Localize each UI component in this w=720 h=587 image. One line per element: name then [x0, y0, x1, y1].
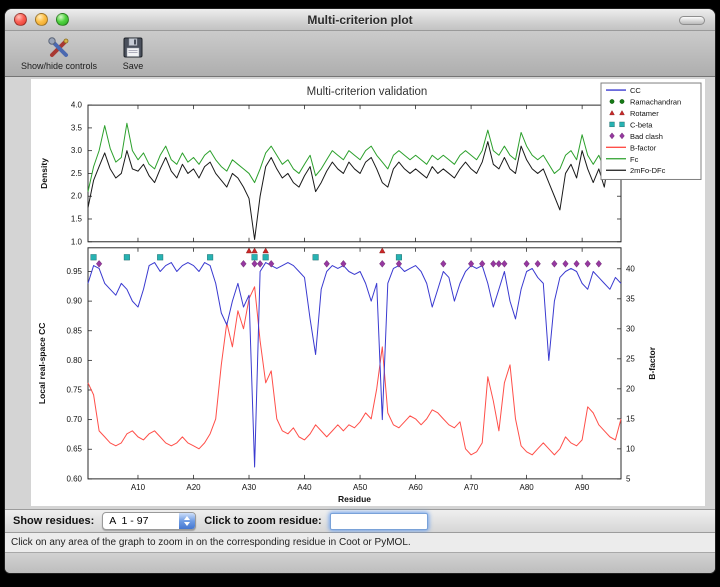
b-factor-axis-label: B-factor: [647, 346, 657, 379]
figure-title: Multi-criterion validation: [307, 86, 428, 98]
svg-text:0.70: 0.70: [66, 415, 82, 424]
svg-text:0.95: 0.95: [66, 267, 82, 276]
density-axis-label: Density: [39, 158, 49, 189]
svg-text:2mFo-DFc: 2mFo-DFc: [630, 166, 666, 175]
toolbar: Show/hide controls Save: [5, 31, 715, 77]
controls-bar: Show residues: A 1 - 97 Click to zoom re…: [5, 509, 715, 533]
minimize-button[interactable]: [35, 13, 48, 26]
svg-text:B-factor: B-factor: [630, 143, 657, 152]
close-button[interactable]: [14, 13, 27, 26]
svg-text:2.0: 2.0: [71, 192, 83, 201]
stepper-arrows-icon[interactable]: [179, 513, 195, 529]
svg-text:A70: A70: [464, 483, 479, 492]
save-floppy-icon: [121, 35, 145, 60]
svg-text:3.0: 3.0: [71, 146, 83, 155]
svg-text:0.65: 0.65: [66, 445, 82, 454]
svg-text:A40: A40: [297, 483, 312, 492]
show-hide-controls-label: Show/hide controls: [21, 61, 97, 71]
legend: CC Ramachandran Rotamer C-beta Bad clash B-fa…: [601, 83, 701, 179]
svg-text:Rotamer: Rotamer: [630, 109, 659, 118]
svg-text:Fc: Fc: [630, 155, 639, 164]
zoom-residue-input[interactable]: [330, 513, 428, 530]
multi-criterion-figure[interactable]: Multi-criterion validation 1.0 1.5 2.0 2.5 3.…: [31, 79, 705, 506]
svg-text:A50: A50: [353, 483, 368, 492]
svg-text:0.90: 0.90: [66, 297, 82, 306]
residue-range-select[interactable]: A 1 - 97: [102, 512, 196, 530]
save-button[interactable]: Save: [121, 35, 145, 71]
svg-text:A10: A10: [131, 483, 146, 492]
zoom-residue-label: Click to zoom residue:: [204, 515, 321, 527]
svg-text:30: 30: [626, 324, 635, 333]
residue-range-value: A 1 - 97: [103, 513, 179, 529]
plot-canvas-area: Multi-criterion validation 1.0 1.5 2.0 2.5 3.…: [5, 77, 715, 509]
local-cc-axis-label: Local real-space CC: [37, 323, 47, 405]
svg-text:2.5: 2.5: [71, 169, 83, 178]
show-hide-controls-button[interactable]: Show/hide controls: [21, 35, 97, 71]
svg-text:0.75: 0.75: [66, 385, 82, 394]
svg-text:40: 40: [626, 264, 635, 273]
window-title: Multi-criterion plot: [5, 13, 715, 27]
svg-text:10: 10: [626, 444, 635, 453]
svg-text:CC: CC: [630, 86, 641, 95]
window-footer: [5, 553, 715, 573]
svg-text:25: 25: [626, 354, 635, 363]
svg-text:A20: A20: [186, 483, 201, 492]
save-label: Save: [123, 61, 144, 71]
top-plot-area[interactable]: [88, 105, 621, 242]
svg-text:A90: A90: [575, 483, 590, 492]
svg-text:5: 5: [626, 474, 631, 483]
svg-text:A30: A30: [242, 483, 257, 492]
residue-axis-label: Residue: [338, 494, 371, 504]
status-bar: Click on any area of the graph to zoom i…: [5, 533, 715, 553]
svg-text:A60: A60: [408, 483, 423, 492]
svg-text:Ramachandran: Ramachandran: [630, 98, 681, 107]
svg-text:20: 20: [626, 384, 635, 393]
zoom-window-button[interactable]: [56, 13, 69, 26]
svg-text:4.0: 4.0: [71, 101, 83, 110]
svg-text:3.5: 3.5: [71, 123, 83, 132]
traffic-lights: [14, 13, 69, 26]
svg-text:0.85: 0.85: [66, 326, 82, 335]
svg-text:C-beta: C-beta: [630, 120, 653, 129]
multi-criterion-plot-window: Multi-criterion plot Show/hide controls …: [4, 8, 716, 574]
svg-text:35: 35: [626, 294, 635, 303]
toolbar-toggle-button[interactable]: [679, 16, 705, 25]
svg-text:15: 15: [626, 414, 635, 423]
svg-text:Bad clash: Bad clash: [630, 132, 663, 141]
svg-text:0.60: 0.60: [66, 474, 82, 483]
show-residues-label: Show residues:: [13, 515, 94, 527]
svg-text:1.0: 1.0: [71, 237, 83, 246]
svg-text:1.5: 1.5: [71, 214, 83, 223]
status-text: Click on any area of the graph to zoom i…: [11, 537, 411, 548]
svg-text:0.80: 0.80: [66, 356, 82, 365]
crossed-tools-icon: [46, 35, 72, 60]
titlebar[interactable]: Multi-criterion plot: [5, 9, 715, 31]
svg-text:A80: A80: [520, 483, 535, 492]
